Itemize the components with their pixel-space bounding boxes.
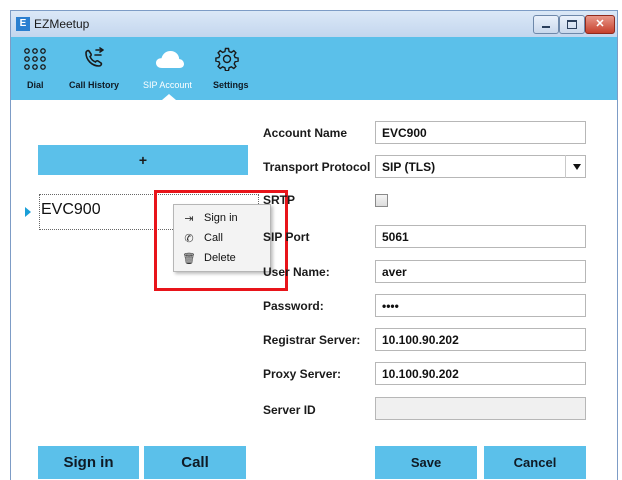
dropdown-arrow-icon[interactable] xyxy=(573,164,581,170)
transport-protocol-select[interactable]: SIP (TLS) xyxy=(375,155,586,178)
app-window: E EZMeetup Dial C xyxy=(10,10,618,480)
cloud-icon xyxy=(156,51,184,68)
tab-call-history-label: Call History xyxy=(69,80,120,90)
close-button[interactable] xyxy=(585,15,615,34)
password-field[interactable]: •••• xyxy=(375,294,586,317)
tab-dial[interactable]: Dial xyxy=(15,37,59,100)
password-label: Password: xyxy=(263,299,324,313)
tab-call-history[interactable]: Call History xyxy=(57,37,137,100)
add-account-button[interactable]: + xyxy=(38,145,248,175)
selected-row-arrow-icon xyxy=(25,207,31,217)
call-history-icon xyxy=(85,47,104,67)
srtp-label: SRTP xyxy=(263,193,296,207)
call-button[interactable]: Call xyxy=(144,446,246,479)
tab-dial-label: Dial xyxy=(27,80,44,90)
tab-sip-account[interactable]: SIP Account xyxy=(139,37,201,100)
proxy-server-label: Proxy Server: xyxy=(263,367,342,381)
toolbar: Dial Call History SIP Account Settings xyxy=(11,37,617,100)
srtp-checkbox[interactable] xyxy=(375,194,388,207)
tab-sip-account-label: SIP Account xyxy=(143,80,192,90)
minimize-button[interactable] xyxy=(533,15,559,34)
active-tab-pointer xyxy=(162,94,176,100)
registrar-server-label: Registrar Server: xyxy=(263,333,361,347)
server-id-label: Server ID xyxy=(263,403,316,417)
dialpad-icon xyxy=(24,48,46,70)
sip-port-label: SIP Port xyxy=(263,230,310,244)
transport-protocol-label: Transport Protocol xyxy=(263,160,371,174)
account-name-label: Account Name xyxy=(263,126,348,140)
user-name-label: User Name: xyxy=(263,265,330,279)
account-name-field[interactable]: EVC900 xyxy=(375,121,586,144)
sip-port-field[interactable]: 5061 xyxy=(375,225,586,248)
cancel-button[interactable]: Cancel xyxy=(484,446,586,479)
registrar-server-field[interactable]: 10.100.90.202 xyxy=(375,328,586,351)
app-logo-icon: E xyxy=(16,17,30,31)
title-bar[interactable]: E EZMeetup xyxy=(11,11,617,37)
save-button[interactable]: Save xyxy=(375,446,477,479)
server-id-field[interactable] xyxy=(375,397,586,420)
gear-icon xyxy=(215,47,239,71)
tab-settings-label: Settings xyxy=(213,80,249,90)
account-list-item-name: EVC900 xyxy=(41,201,101,218)
select-divider xyxy=(565,155,566,178)
sign-in-button[interactable]: Sign in xyxy=(38,446,139,479)
user-name-field[interactable]: aver xyxy=(375,260,586,283)
maximize-button[interactable] xyxy=(559,15,585,34)
window-title: EZMeetup xyxy=(34,17,90,31)
proxy-server-field[interactable]: 10.100.90.202 xyxy=(375,362,586,385)
tab-settings[interactable]: Settings xyxy=(201,37,253,100)
